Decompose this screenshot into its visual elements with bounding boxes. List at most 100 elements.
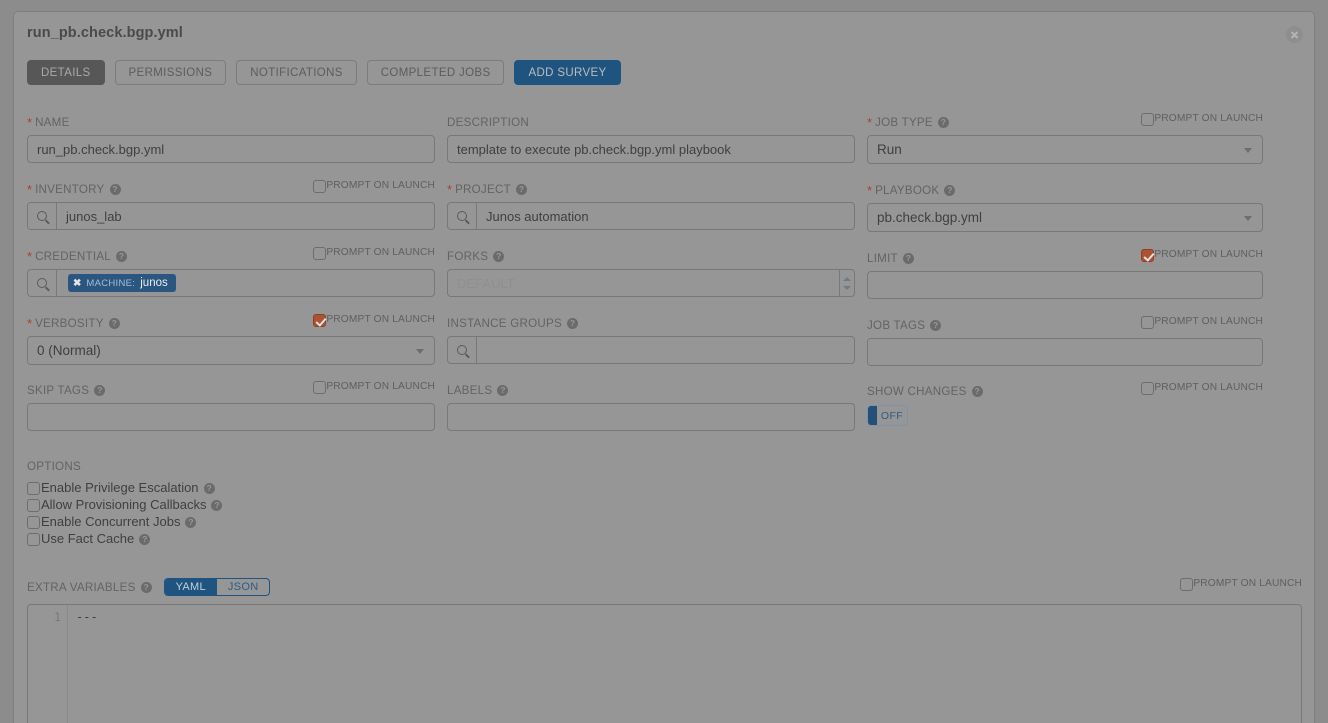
checkbox[interactable]: [313, 381, 327, 394]
help-icon[interactable]: ?: [971, 385, 983, 397]
checkbox[interactable]: [27, 498, 40, 512]
help-icon[interactable]: ?: [944, 184, 956, 196]
verbosity-select[interactable]: 0 (Normal): [27, 336, 435, 365]
prompt-on-launch-label: PROMPT ON LAUNCH: [326, 314, 435, 325]
field-job-type: * JOB TYPE ? PROMPT ON LAUNCH Run: [867, 112, 1263, 164]
help-icon[interactable]: ?: [497, 384, 509, 396]
inventory-input[interactable]: junos_lab: [27, 202, 435, 230]
checkbox[interactable]: [1141, 113, 1155, 126]
help-icon[interactable]: ?: [140, 581, 152, 593]
editor-content[interactable]: ---: [68, 605, 1301, 723]
job-tags-input[interactable]: [867, 338, 1263, 366]
checkbox[interactable]: [1141, 316, 1155, 329]
option-enable-concurrent-jobs[interactable]: Enable Concurrent Jobs ?: [27, 513, 222, 530]
labels-input[interactable]: [447, 403, 855, 431]
job-tags-prompt-on-launch[interactable]: PROMPT ON LAUNCH: [1141, 315, 1263, 335]
limit-label: LIMIT: [867, 251, 898, 265]
show-changes-toggle[interactable]: OFF: [867, 405, 908, 426]
required-marker: *: [447, 181, 453, 197]
limit-prompt-on-launch[interactable]: PROMPT ON LAUNCH: [1141, 248, 1263, 268]
instance-groups-input[interactable]: [447, 336, 855, 364]
inventory-prompt-on-launch[interactable]: PROMPT ON LAUNCH: [313, 179, 435, 199]
field-labels: LABELS ?: [447, 380, 855, 431]
skip-tags-input[interactable]: [27, 403, 435, 431]
checkbox[interactable]: [313, 314, 327, 327]
job-type-prompt-on-launch[interactable]: PROMPT ON LAUNCH: [1141, 112, 1263, 132]
chevron-up-icon[interactable]: [843, 276, 851, 281]
help-icon[interactable]: ?: [902, 252, 914, 264]
tab-permissions[interactable]: PERMISSIONS: [114, 60, 227, 85]
field-forks: FORKS ? DEFAULT: [447, 246, 855, 297]
close-icon[interactable]: [1286, 26, 1303, 43]
description-input[interactable]: template to execute pb.check.bgp.yml pla…: [447, 135, 855, 163]
credential-input[interactable]: ✖ MACHINE: junos: [27, 269, 435, 297]
help-icon[interactable]: ?: [493, 250, 505, 262]
skip-tags-label: SKIP TAGS: [27, 383, 90, 397]
project-input[interactable]: Junos automation: [447, 202, 855, 230]
toggle-state-label: OFF: [880, 409, 904, 422]
forks-input[interactable]: DEFAULT: [447, 269, 855, 297]
help-icon[interactable]: ?: [109, 183, 121, 195]
job-type-select[interactable]: Run: [867, 135, 1263, 164]
field-playbook: * PLAYBOOK ? pb.check.bgp.yml: [867, 180, 1263, 232]
checkbox[interactable]: [1141, 249, 1155, 262]
field-project: * PROJECT ? Junos automation: [447, 179, 855, 230]
forks-spinner-buttons[interactable]: [839, 270, 854, 296]
search-icon[interactable]: [28, 270, 57, 296]
help-icon[interactable]: ?: [930, 319, 942, 331]
show-changes-prompt-on-launch[interactable]: PROMPT ON LAUNCH: [1141, 381, 1263, 401]
prompt-on-launch-label: PROMPT ON LAUNCH: [1193, 578, 1302, 589]
help-icon[interactable]: ?: [937, 116, 949, 128]
option-enable-privilege-escalation[interactable]: Enable Privilege Escalation ?: [27, 479, 222, 496]
extra-variables-format-toggle[interactable]: YAML JSON: [163, 578, 271, 596]
tab-details[interactable]: DETAILS: [27, 60, 105, 85]
extra-variables-editor[interactable]: 1 ---: [27, 604, 1302, 723]
checkbox[interactable]: [27, 515, 40, 529]
required-marker: *: [27, 248, 33, 264]
field-inventory: * INVENTORY ? PROMPT ON LAUNCH junos_lab: [27, 179, 435, 230]
help-icon[interactable]: ?: [139, 534, 151, 545]
checkbox[interactable]: [1180, 578, 1194, 591]
forks-stepper[interactable]: DEFAULT: [447, 269, 855, 297]
option-allow-provisioning-callbacks[interactable]: Allow Provisioning Callbacks ?: [27, 496, 223, 513]
format-yaml-button[interactable]: YAML: [164, 579, 217, 595]
skip-tags-prompt-on-launch[interactable]: PROMPT ON LAUNCH: [313, 380, 435, 400]
format-json-button[interactable]: JSON: [217, 579, 270, 595]
verbosity-prompt-on-launch[interactable]: PROMPT ON LAUNCH: [313, 313, 435, 333]
help-icon[interactable]: ?: [116, 250, 128, 262]
search-icon[interactable]: [448, 203, 477, 229]
checkbox[interactable]: [313, 247, 327, 260]
name-input[interactable]: run_pb.check.bgp.yml: [27, 135, 435, 163]
help-icon[interactable]: ?: [566, 317, 578, 329]
search-icon[interactable]: [448, 337, 477, 363]
help-icon[interactable]: ?: [515, 183, 527, 195]
field-instance-groups: INSTANCE GROUPS ?: [447, 313, 855, 364]
add-survey-button[interactable]: ADD SURVEY: [514, 60, 621, 85]
page-title: run_pb.check.bgp.yml: [27, 25, 183, 41]
chevron-down-icon[interactable]: [843, 285, 851, 290]
help-icon[interactable]: ?: [203, 483, 215, 494]
playbook-select[interactable]: pb.check.bgp.yml: [867, 203, 1263, 232]
field-show-changes: SHOW CHANGES ? PROMPT ON LAUNCH OFF: [867, 381, 1263, 426]
checkbox[interactable]: [27, 532, 40, 546]
tab-notifications[interactable]: NOTIFICATIONS: [236, 60, 357, 85]
form-column-right: * JOB TYPE ? PROMPT ON LAUNCH Run * PLAY…: [867, 112, 1263, 426]
help-icon[interactable]: ?: [211, 500, 223, 511]
help-icon[interactable]: ?: [108, 317, 120, 329]
checkbox[interactable]: [313, 180, 327, 193]
tab-completed-jobs[interactable]: COMPLETED JOBS: [366, 60, 505, 85]
credential-tag[interactable]: ✖ MACHINE: junos: [68, 274, 176, 292]
limit-input[interactable]: [867, 271, 1263, 299]
option-use-fact-cache[interactable]: Use Fact Cache ?: [27, 530, 222, 547]
help-icon[interactable]: ?: [94, 384, 106, 396]
remove-tag-icon[interactable]: ✖: [73, 278, 81, 289]
help-icon[interactable]: ?: [185, 517, 197, 528]
extra-variables-prompt-on-launch[interactable]: PROMPT ON LAUNCH: [1180, 577, 1302, 591]
checkbox[interactable]: [1141, 382, 1155, 395]
checkbox[interactable]: [27, 481, 40, 495]
job-tags-label: JOB TAGS: [867, 318, 926, 332]
chevron-down-icon: [1244, 215, 1252, 221]
search-icon[interactable]: [28, 203, 57, 229]
field-job-tags: JOB TAGS ? PROMPT ON LAUNCH: [867, 315, 1263, 366]
credential-prompt-on-launch[interactable]: PROMPT ON LAUNCH: [313, 246, 435, 266]
